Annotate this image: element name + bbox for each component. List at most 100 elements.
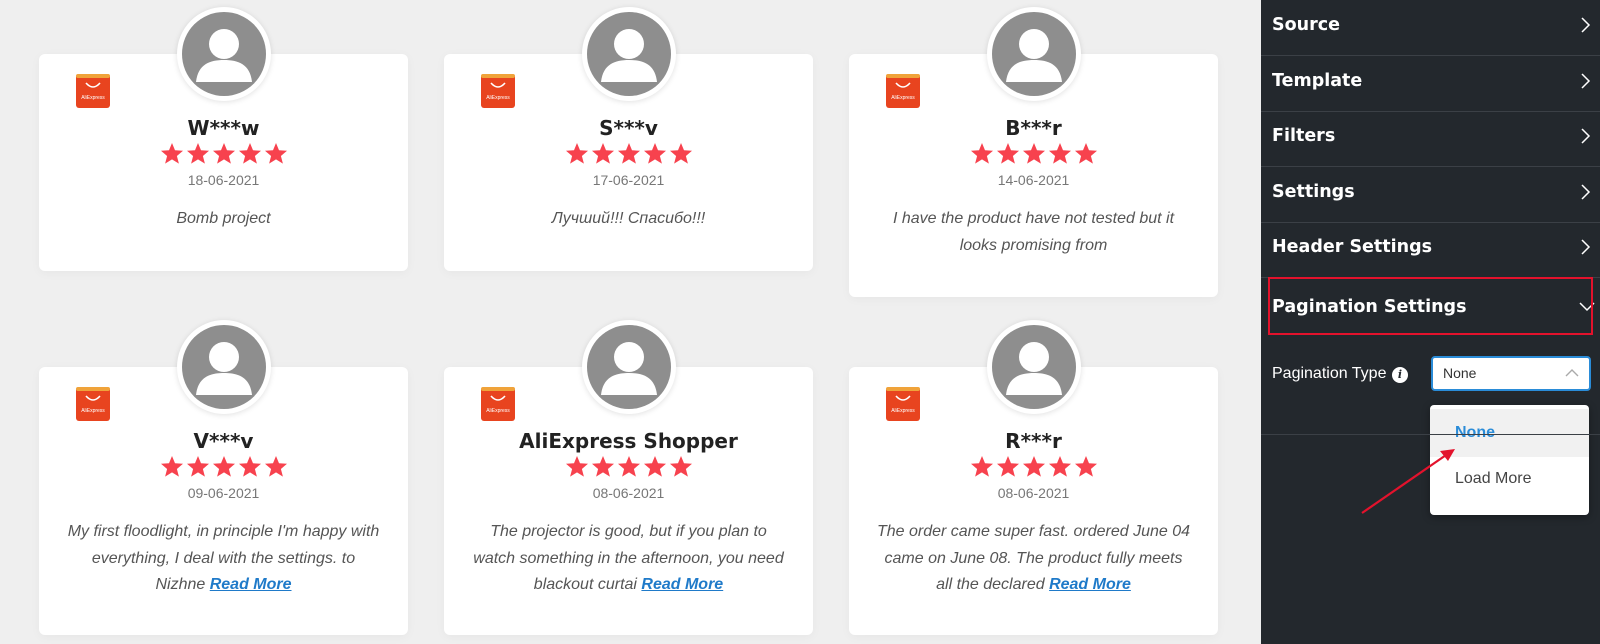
star-icon [160, 456, 183, 477]
reviewer-name: V***v [193, 429, 254, 453]
svg-text:AliExpress: AliExpress [891, 95, 915, 101]
review-date: 08-06-2021 [997, 485, 1070, 501]
svg-text:AliExpress: AliExpress [486, 95, 510, 101]
star-icon [238, 456, 261, 477]
aliexpress-logo-icon: AliExpress [481, 387, 515, 421]
dropdown-option-load-more[interactable]: Load More [1430, 455, 1589, 503]
star-icon [996, 456, 1019, 477]
star-icon [186, 143, 209, 164]
avatar [177, 320, 271, 414]
pagination-type-label: Pagination Type [1272, 365, 1387, 382]
settings-panel: Source Template Filters Settings Header Sett… [1261, 0, 1600, 644]
panel-section-source[interactable]: Source [1261, 0, 1600, 56]
panel-section-template[interactable]: Template [1261, 56, 1600, 112]
panel-section-pagination-settings[interactable]: Pagination Settings [1261, 277, 1600, 333]
pagination-type-select[interactable]: None [1431, 356, 1591, 391]
avatar [987, 7, 1081, 101]
star-icon [1074, 456, 1097, 477]
user-avatar-icon [587, 12, 671, 96]
pagination-type-selected-value: None [1443, 365, 1477, 381]
aliexpress-logo-icon: AliExpress [886, 74, 920, 108]
review-card: AliExpress W***w 18-06-2021 Bomb project [39, 7, 408, 271]
aliexpress-logo-icon: AliExpress [76, 74, 110, 108]
review-text: The projector is good, but if you plan t… [470, 519, 787, 599]
star-icon [669, 456, 692, 477]
panel-section-settings[interactable]: Settings [1261, 167, 1600, 223]
review-date: 08-06-2021 [592, 485, 665, 501]
review-body: The order came super fast. ordered June … [876, 523, 1191, 593]
star-icon [1048, 456, 1071, 477]
star-icon [1048, 143, 1071, 164]
dropdown-option-none[interactable]: None [1430, 409, 1589, 457]
avatar [177, 7, 271, 101]
info-icon[interactable]: i [1392, 367, 1408, 383]
review-text: My first floodlight, in principle I'm ha… [65, 519, 382, 599]
aliexpress-logo-icon: AliExpress [76, 387, 110, 421]
star-icon [591, 143, 614, 164]
panel-section-header-settings[interactable]: Header Settings [1261, 222, 1600, 278]
review-date: 09-06-2021 [187, 485, 260, 501]
star-icon [1022, 456, 1045, 477]
star-icon [970, 143, 993, 164]
star-icon [591, 456, 614, 477]
star-rating [39, 455, 408, 477]
review-text: I have the product have not tested but i… [875, 206, 1192, 259]
aliexpress-logo-icon: AliExpress [886, 387, 920, 421]
panel-section-label: Filters [1272, 126, 1336, 146]
panel-section-label: Source [1272, 15, 1340, 35]
review-date: 14-06-2021 [997, 172, 1070, 188]
svg-text:AliExpress: AliExpress [891, 408, 915, 414]
pagination-type-dropdown: None Load More [1430, 405, 1589, 515]
star-icon [565, 143, 588, 164]
reviewer-name: B***r [1005, 116, 1062, 140]
star-icon [970, 456, 993, 477]
user-avatar-icon [992, 325, 1076, 409]
user-avatar-icon [587, 325, 671, 409]
panel-section-label: Template [1272, 71, 1363, 91]
review-grid: AliExpress W***w 18-06-2021 Bomb project Ali… [0, 0, 1261, 644]
read-more-link[interactable]: Read More [1049, 576, 1131, 593]
star-rating [849, 142, 1218, 164]
avatar [582, 320, 676, 414]
chevron-right-icon [1581, 17, 1591, 33]
review-body: The projector is good, but if you plan t… [473, 523, 784, 593]
review-text: Bomb project [65, 206, 382, 233]
star-icon [264, 456, 287, 477]
svg-text:AliExpress: AliExpress [81, 408, 105, 414]
star-icon [264, 143, 287, 164]
chevron-up-icon [1565, 369, 1579, 377]
review-card: AliExpress S***v 17-06-2021 Лучший!!! Спаси… [444, 7, 813, 271]
star-rating [849, 455, 1218, 477]
star-icon [617, 456, 640, 477]
panel-divider [1261, 434, 1600, 435]
svg-text:AliExpress: AliExpress [486, 408, 510, 414]
panel-section-label: Settings [1272, 182, 1355, 202]
review-date: 17-06-2021 [592, 172, 665, 188]
star-rating [444, 455, 813, 477]
panel-section-filters[interactable]: Filters [1261, 111, 1600, 167]
review-date: 18-06-2021 [187, 172, 260, 188]
review-text: The order came super fast. ordered June … [875, 519, 1192, 599]
review-text: Лучший!!! Спасибо!!! [470, 206, 787, 233]
panel-section-label: Pagination Settings [1272, 297, 1467, 317]
review-body: I have the product have not tested but i… [892, 210, 1175, 254]
star-icon [212, 143, 235, 164]
review-body: Bomb project [176, 210, 271, 227]
read-more-link[interactable]: Read More [641, 576, 723, 593]
chevron-right-icon [1581, 184, 1591, 200]
read-more-link[interactable]: Read More [210, 576, 292, 593]
star-icon [160, 143, 183, 164]
chevron-right-icon [1581, 128, 1591, 144]
star-icon [212, 456, 235, 477]
review-card: AliExpress V***v 09-06-2021 My first floodl… [39, 320, 408, 635]
star-icon [565, 456, 588, 477]
star-icon [186, 456, 209, 477]
star-icon [1022, 143, 1045, 164]
star-icon [669, 143, 692, 164]
star-icon [996, 143, 1019, 164]
review-card: AliExpress B***r 14-06-2021 I have the prod… [849, 7, 1218, 297]
star-rating [39, 142, 408, 164]
chevron-down-icon [1579, 302, 1595, 312]
aliexpress-logo-icon: AliExpress [481, 74, 515, 108]
panel-section-label: Header Settings [1272, 237, 1433, 257]
